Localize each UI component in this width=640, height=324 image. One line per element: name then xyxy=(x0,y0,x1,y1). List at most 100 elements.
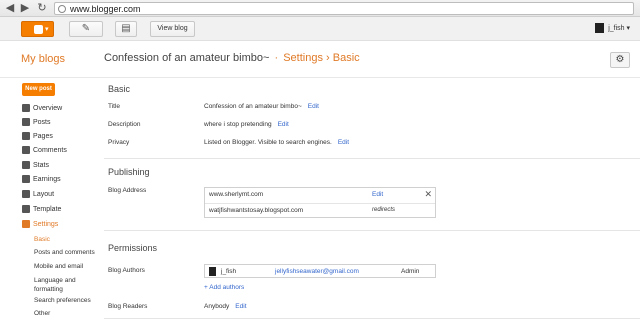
new-post-pencil-button[interactable]: ✎ xyxy=(69,21,103,37)
privacy-label: Privacy xyxy=(108,139,130,146)
sidebar-item-earnings[interactable]: Earnings xyxy=(22,173,61,186)
blog-authors-label: Blog Authors xyxy=(108,267,145,274)
settings-sub-other[interactable]: Other xyxy=(34,309,50,318)
divider xyxy=(104,318,640,319)
blog-address-box: www.sherlymt.com Edit ✕ watjfishwantstos… xyxy=(204,187,436,218)
sidebar-item-label: Stats xyxy=(33,162,49,169)
page-header: My blogs Confession of an amateur bimbo~… xyxy=(0,41,640,78)
sidebar-item-label: Template xyxy=(33,206,62,213)
add-authors-link[interactable]: + Add authors xyxy=(204,284,244,291)
comments-icon xyxy=(22,146,30,155)
breadcrumb: Confession of an amateur bimbo~ · Settin… xyxy=(104,52,360,64)
sidebar-item-comments[interactable]: Comments xyxy=(22,144,67,157)
title-value: Confession of an amateur bimbo~ xyxy=(204,103,302,110)
description-value-row: where i stop pretending Edit xyxy=(204,121,289,128)
title-value-row: Confession of an amateur bimbo~ Edit xyxy=(204,103,319,110)
settings-sub-basic[interactable]: Basic xyxy=(34,235,50,244)
gear-icon: ⚙ xyxy=(615,54,625,65)
sidebar-item-settings[interactable]: Settings xyxy=(22,218,58,231)
settings-sub-language[interactable]: Language and xyxy=(34,276,76,285)
description-value: where i stop pretending xyxy=(204,121,272,128)
back-icon[interactable]: ◀ xyxy=(4,2,16,14)
posts-icon xyxy=(22,118,30,127)
blogger-logo-button[interactable]: ▾ xyxy=(21,21,54,37)
sidebar-item-label: Overview xyxy=(33,105,63,112)
author-name: j_fish xyxy=(221,268,237,275)
readers-value-row: Anybody Edit xyxy=(204,303,247,310)
blogspot-address: watjfishwantstosay.blogspot.com xyxy=(209,207,304,214)
breadcrumb-separator: › xyxy=(326,52,330,64)
title-label: Title xyxy=(108,103,121,110)
section-basic-title: Basic xyxy=(108,84,131,94)
readers-value: Anybody xyxy=(204,303,230,310)
settings-sub-formatting[interactable]: formatting xyxy=(34,285,63,294)
sidebar-item-layout[interactable]: Layout xyxy=(22,188,54,201)
blogger-logo-icon xyxy=(34,25,43,34)
sidebar: New post Overview Posts Pages Comments S… xyxy=(0,78,100,324)
globe-icon xyxy=(58,5,66,13)
sidebar-item-stats[interactable]: Stats xyxy=(22,159,49,172)
chevron-down-icon: ▾ xyxy=(626,24,630,32)
blog-address-label: Blog Address xyxy=(108,187,147,194)
author-role[interactable]: Admin xyxy=(401,268,419,275)
privacy-value-row: Listed on Blogger. Visible to search eng… xyxy=(204,139,349,146)
sidebar-item-label: Earnings xyxy=(33,176,61,183)
sidebar-item-posts[interactable]: Posts xyxy=(22,116,51,129)
breadcrumb-basic: Basic xyxy=(332,52,360,64)
user-name: j_fish xyxy=(608,24,625,32)
divider xyxy=(205,203,435,204)
sidebar-item-template[interactable]: Template xyxy=(22,203,61,216)
section-publishing-title: Publishing xyxy=(108,167,150,177)
address-bar[interactable]: www.blogger.com xyxy=(54,2,634,15)
section-permissions-title: Permissions xyxy=(108,243,158,253)
layout-icon xyxy=(22,190,30,199)
avatar xyxy=(595,23,605,33)
user-menu[interactable]: j_fish ▾ xyxy=(595,23,630,33)
stats-icon xyxy=(22,161,30,170)
description-edit-link[interactable]: Edit xyxy=(278,121,289,128)
blogger-topbar: ▾ ✎ ▤ View blog j_fish ▾ xyxy=(0,17,640,41)
author-email-link[interactable]: jellyfishseawater@gmail.com xyxy=(275,268,359,275)
author-row: j_fish jellyfishseawater@gmail.com Admin xyxy=(204,264,436,278)
wrench-icon xyxy=(22,220,30,229)
sidebar-item-label: Comments xyxy=(33,147,67,154)
breadcrumb-settings[interactable]: Settings xyxy=(283,52,323,64)
custom-domain-edit-link[interactable]: Edit xyxy=(372,191,383,198)
url-text: www.blogger.com xyxy=(70,4,141,14)
custom-domain: www.sherlymt.com xyxy=(209,191,264,198)
sidebar-item-label: Layout xyxy=(33,191,55,198)
settings-sub-posts-comments[interactable]: Posts and comments xyxy=(34,248,95,257)
privacy-value: Listed on Blogger. Visible to search eng… xyxy=(204,139,332,146)
blog-title: Confession of an amateur bimbo~ xyxy=(104,52,270,64)
divider xyxy=(104,158,640,159)
pencil-icon: ✎ xyxy=(81,23,91,34)
breadcrumb-dot: · xyxy=(274,52,279,64)
readers-edit-link[interactable]: Edit xyxy=(235,303,246,310)
gear-button[interactable]: ⚙ xyxy=(610,52,630,68)
sidebar-item-overview[interactable]: Overview xyxy=(22,102,62,115)
settings-sub-mobile-email[interactable]: Mobile and email xyxy=(34,262,83,271)
description-label: Description xyxy=(108,121,141,128)
pages-icon xyxy=(22,132,30,141)
settings-sub-search[interactable]: Search preferences xyxy=(34,296,91,305)
home-icon xyxy=(22,104,30,113)
settings-main: Basic Title Confession of an amateur bim… xyxy=(104,78,640,324)
new-post-button[interactable]: New post xyxy=(22,83,55,96)
earnings-icon xyxy=(22,175,30,184)
document-icon: ▤ xyxy=(121,23,131,34)
sidebar-item-label: Posts xyxy=(33,119,51,126)
reload-icon[interactable]: ↻ xyxy=(36,2,48,14)
privacy-edit-link[interactable]: Edit xyxy=(338,139,349,146)
sidebar-item-pages[interactable]: Pages xyxy=(22,130,53,143)
sidebar-item-label: Settings xyxy=(33,221,59,228)
view-blog-button[interactable]: View blog xyxy=(150,21,195,37)
redirects-note: redirects xyxy=(372,207,396,213)
close-icon[interactable]: ✕ xyxy=(424,189,432,200)
avatar xyxy=(209,267,216,276)
divider xyxy=(104,230,640,231)
forward-icon[interactable]: ▶ xyxy=(19,2,31,14)
title-edit-link[interactable]: Edit xyxy=(308,103,319,110)
posts-list-button[interactable]: ▤ xyxy=(115,21,137,37)
my-blogs-link[interactable]: My blogs xyxy=(21,53,65,65)
browser-toolbar: ◀ ▶ ↻ www.blogger.com xyxy=(0,0,640,17)
